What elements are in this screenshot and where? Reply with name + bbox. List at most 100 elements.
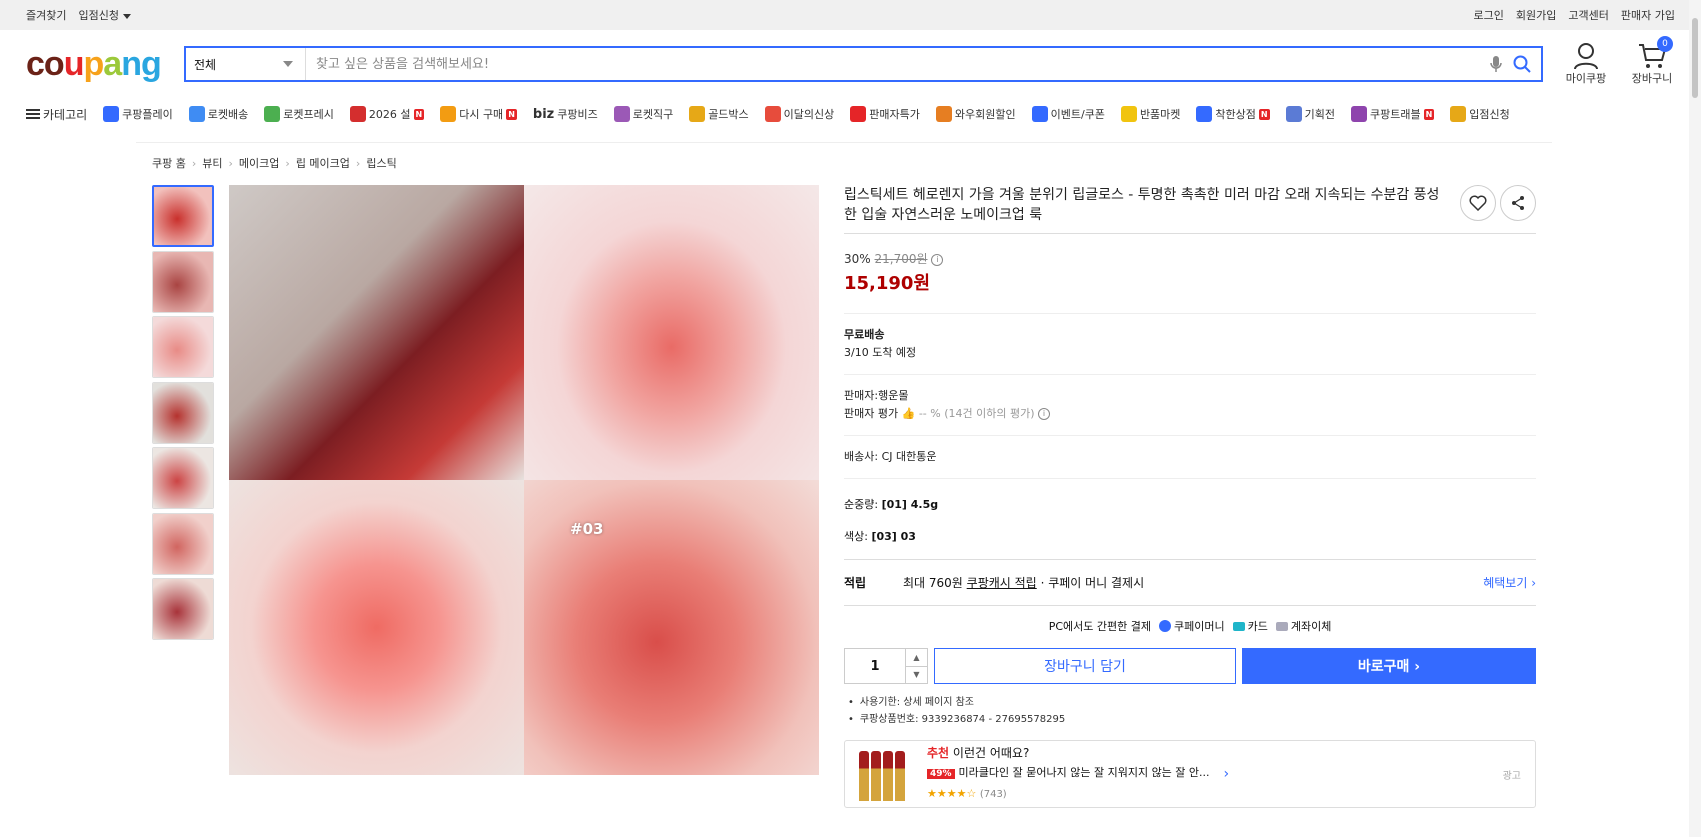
recommend-product-name: 미라클다인 잘 묻어나지 않는 잘 지워지지 않는 잘 안... (958, 766, 1210, 779)
nav-item-label: 다시 구매 (459, 108, 504, 121)
quantity-up-icon[interactable]: ▲ (906, 649, 927, 666)
info-icon[interactable]: i (1038, 408, 1050, 420)
bookmark-link[interactable]: 즐겨찾기 (26, 7, 66, 23)
caret-down-icon (283, 61, 293, 67)
nav-item[interactable]: 로켓프레시 (264, 106, 334, 122)
thumbnail[interactable] (152, 185, 214, 247)
breadcrumb: 쿠팡 홈 › 뷰티 › 메이크업 › 립 메이크업 › 립스틱 (152, 155, 397, 171)
product-detail: 립스틱세트 헤로렌지 가을 겨울 분위기 립글로스 - 투명한 촉촉한 미러 마… (844, 185, 1536, 808)
chevron-right-icon[interactable]: › (1224, 766, 1230, 782)
chevron-right-icon: › (191, 156, 197, 170)
microphone-icon[interactable] (1489, 55, 1503, 73)
free-shipping-label: 무료배송 (844, 328, 885, 341)
nav-item[interactable]: 이달의신상 (764, 106, 834, 122)
thumbnail-image (153, 579, 213, 639)
quantity-value[interactable]: 1 (845, 649, 905, 683)
cart-button[interactable]: 0 장바구니 (1629, 36, 1675, 86)
image-shade-label: #03 (570, 520, 604, 538)
reward-suffix: · 쿠페이 머니 결제시 (1040, 576, 1145, 590)
reward-label: 적립 (844, 576, 867, 590)
nav-icon (1031, 106, 1048, 122)
quantity-down-icon[interactable]: ▼ (906, 665, 927, 684)
wishlist-button[interactable] (1460, 185, 1496, 221)
nav-item[interactable]: 와우회원할인 (935, 106, 1016, 122)
payment-methods: PC에서도 간편한 결제 쿠페이머니 카드 계좌이체 (844, 606, 1536, 646)
thumbnail-image (153, 448, 213, 508)
category-menu-button[interactable]: 카테고리 (26, 106, 87, 123)
weight-option[interactable]: 순중량: [01] 4.5g (844, 489, 1536, 521)
lip-gloss-bottle-image (229, 185, 524, 480)
nav-item[interactable]: 이벤트/쿠폰 (1031, 106, 1105, 122)
coupang-logo[interactable]: coupang (26, 45, 184, 84)
breadcrumb-item[interactable]: 뷰티 (202, 155, 222, 171)
weight-value: [01] 4.5g (881, 498, 939, 511)
breadcrumb-item[interactable]: 립 메이크업 (296, 155, 350, 171)
nav-item[interactable]: 반품마켓 (1120, 106, 1180, 122)
nav-item[interactable]: 쿠팡플레이 (103, 106, 173, 122)
thumbnail[interactable] (152, 512, 214, 575)
customer-center-link[interactable]: 고객센터 (1568, 7, 1608, 23)
scrollbar-thumb[interactable] (1692, 18, 1698, 98)
lips-swatch-image-1 (524, 185, 819, 480)
nav-item-label: 골드박스 (708, 108, 749, 121)
seller-signup-link[interactable]: 판매자 가입 (1621, 7, 1675, 23)
my-coupang-button[interactable]: 마이쿠팡 (1563, 42, 1609, 86)
recommendation-ad[interactable]: 추천 이런건 어때요? 49% 미라클다인 잘 묻어나지 않는 잘 지워지지 않는… (844, 740, 1536, 808)
thumbnail-image (153, 251, 213, 312)
nav-icon (1450, 106, 1467, 122)
chevron-right-icon: › (285, 156, 290, 170)
reward-amount: 최대 760원 (903, 576, 963, 590)
cart-count-badge: 0 (1657, 36, 1673, 52)
lips-closeup-image: #03 (524, 480, 819, 775)
add-to-cart-button[interactable]: 장바구니 담기 (934, 648, 1236, 684)
thumbnail[interactable] (152, 447, 214, 509)
nav-item[interactable]: 로켓배송 (188, 106, 249, 122)
search-icon[interactable] (1513, 55, 1531, 73)
category-menu-label: 카테고리 (43, 107, 88, 122)
thumbnail[interactable] (152, 381, 214, 444)
search-bar: 전체 (184, 46, 1543, 82)
nav-item[interactable]: 골드박스 (689, 106, 749, 122)
thumbnail-image (154, 187, 212, 245)
search-input[interactable] (306, 48, 1489, 80)
thumbnail[interactable] (152, 250, 214, 313)
bank-icon (1275, 621, 1288, 631)
scrollbar[interactable] (1689, 0, 1701, 837)
login-link[interactable]: 로그인 (1474, 7, 1504, 23)
nav-item[interactable]: 입점신청 (1450, 106, 1510, 122)
nav-item[interactable]: 2026 설N (349, 106, 425, 122)
breadcrumb-item[interactable]: 쿠팡 홈 (152, 155, 186, 171)
thumbnail[interactable] (152, 578, 214, 640)
nav-icon (349, 106, 366, 122)
seller-name[interactable]: 행운몰 (878, 389, 908, 402)
nav-item[interactable]: 기획전 (1285, 106, 1335, 122)
nav-item[interactable]: 착한상점 N (1196, 106, 1270, 122)
nav-item-label: 로켓배송 (207, 108, 249, 121)
nav-icon (1196, 106, 1213, 122)
chevron-right-icon: › (355, 156, 361, 170)
nav-item[interactable]: biz 쿠팡비즈 (533, 106, 598, 122)
logo-letter: a (103, 44, 122, 83)
product-info-list: 사용기한: 상세 페이지 참조 쿠팡상품번호: 9339236874 - 276… (844, 694, 1536, 728)
thumbnail[interactable] (152, 316, 214, 378)
nav-item[interactable]: 쿠팡트래블 N (1350, 106, 1435, 122)
buy-now-button[interactable]: 바로구매 › (1242, 648, 1536, 684)
color-option[interactable]: 색상: [03] 03 (844, 521, 1536, 553)
share-button[interactable] (1500, 185, 1536, 221)
info-icon[interactable]: i (931, 253, 944, 266)
nav-item[interactable]: 다시 구매 N (440, 106, 517, 122)
new-badge: N (506, 108, 517, 120)
seller-apply-link[interactable]: 입점신청 (78, 7, 131, 23)
coupang-cash-link[interactable]: 쿠팡캐시 적립 (967, 574, 1037, 591)
nav-item[interactable]: 판매자특가 (850, 106, 920, 122)
nav-item-label: 로켓프레시 (283, 108, 334, 121)
menu-icon (26, 107, 40, 121)
signup-link[interactable]: 회원가입 (1516, 7, 1556, 23)
quantity-stepper[interactable]: 1 ▲ ▼ (844, 648, 928, 684)
breadcrumb-item[interactable]: 메이크업 (239, 155, 279, 171)
star-rating: ★★★★☆ (927, 787, 977, 800)
benefits-link[interactable]: 혜택보기 › (1483, 574, 1536, 591)
nav-item[interactable]: 로켓직구 (613, 106, 673, 122)
breadcrumb-item[interactable]: 립스틱 (366, 155, 396, 171)
search-category-select[interactable]: 전체 (186, 48, 306, 80)
